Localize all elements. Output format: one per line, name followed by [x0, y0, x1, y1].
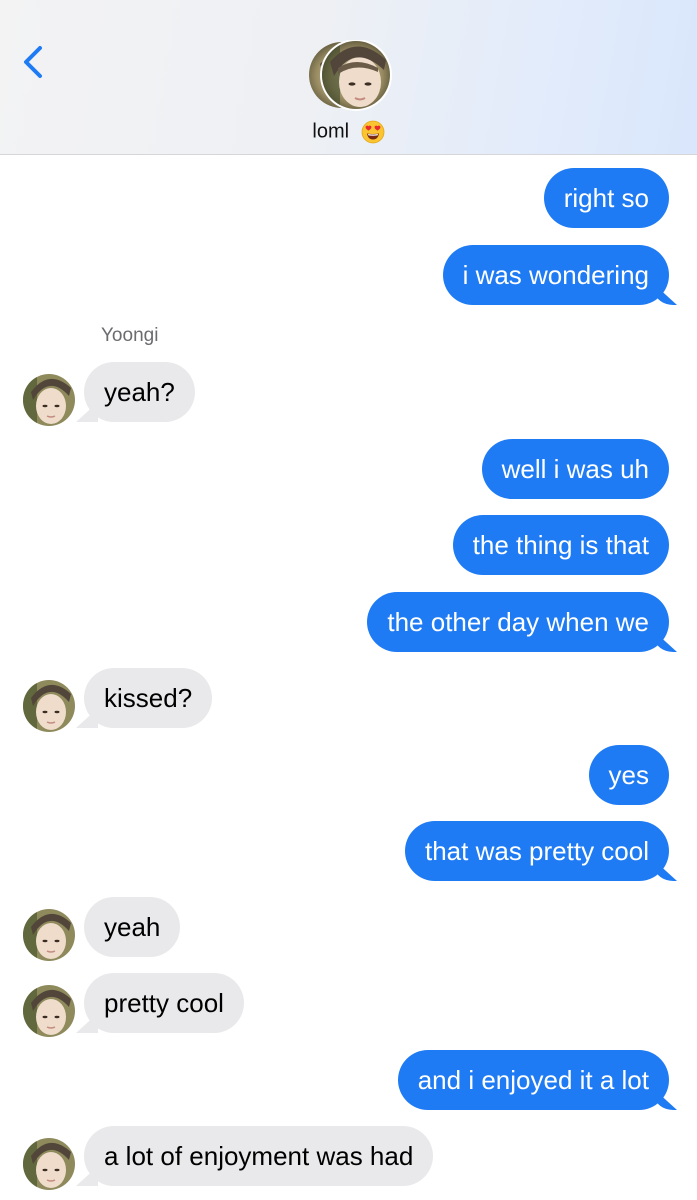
- incoming-message-bubble[interactable]: kissed?: [84, 668, 213, 728]
- incoming-message-bubble[interactable]: pretty cool: [84, 973, 244, 1033]
- contact-avatar-small[interactable]: [23, 1138, 75, 1190]
- contact-avatar-small[interactable]: [23, 374, 75, 426]
- contact-photo: [23, 680, 75, 732]
- chevron-left-icon: [24, 46, 42, 78]
- outgoing-message-bubble[interactable]: that was pretty cool: [405, 821, 669, 881]
- contact-avatar-small[interactable]: [23, 985, 75, 1037]
- heart-eyes-emoji-icon: [361, 120, 385, 144]
- sender-name-label: Yoongi: [101, 325, 159, 346]
- incoming-message-bubble[interactable]: a lot of enjoyment was had: [84, 1126, 434, 1186]
- incoming-message-bubble[interactable]: yeah?: [84, 362, 195, 422]
- contact-photo: [309, 39, 392, 111]
- outgoing-message-bubble[interactable]: and i enjoyed it a lot: [397, 1050, 669, 1110]
- outgoing-message-bubble[interactable]: the thing is that: [452, 515, 669, 575]
- outgoing-message-bubble[interactable]: the other day when we: [367, 592, 669, 652]
- contact-avatar-small[interactable]: [23, 680, 75, 732]
- contact-name: loml: [312, 120, 350, 143]
- conversation-header: loml: [0, 0, 697, 155]
- outgoing-message-bubble[interactable]: i was wondering: [442, 245, 669, 305]
- contact-photo: [23, 985, 75, 1037]
- contact-name-row[interactable]: loml: [0, 120, 697, 144]
- contact-avatar-small[interactable]: [23, 909, 75, 961]
- contact-photo: [23, 1138, 75, 1190]
- contact-photo: [23, 909, 75, 961]
- incoming-message-bubble[interactable]: yeah: [84, 897, 181, 957]
- back-button[interactable]: [18, 40, 52, 84]
- outgoing-message-bubble[interactable]: right so: [543, 168, 669, 228]
- outgoing-message-bubble[interactable]: yes: [588, 745, 669, 805]
- contact-avatar[interactable]: [304, 39, 392, 112]
- contact-photo: [23, 374, 75, 426]
- outgoing-message-bubble[interactable]: well i was uh: [481, 439, 669, 499]
